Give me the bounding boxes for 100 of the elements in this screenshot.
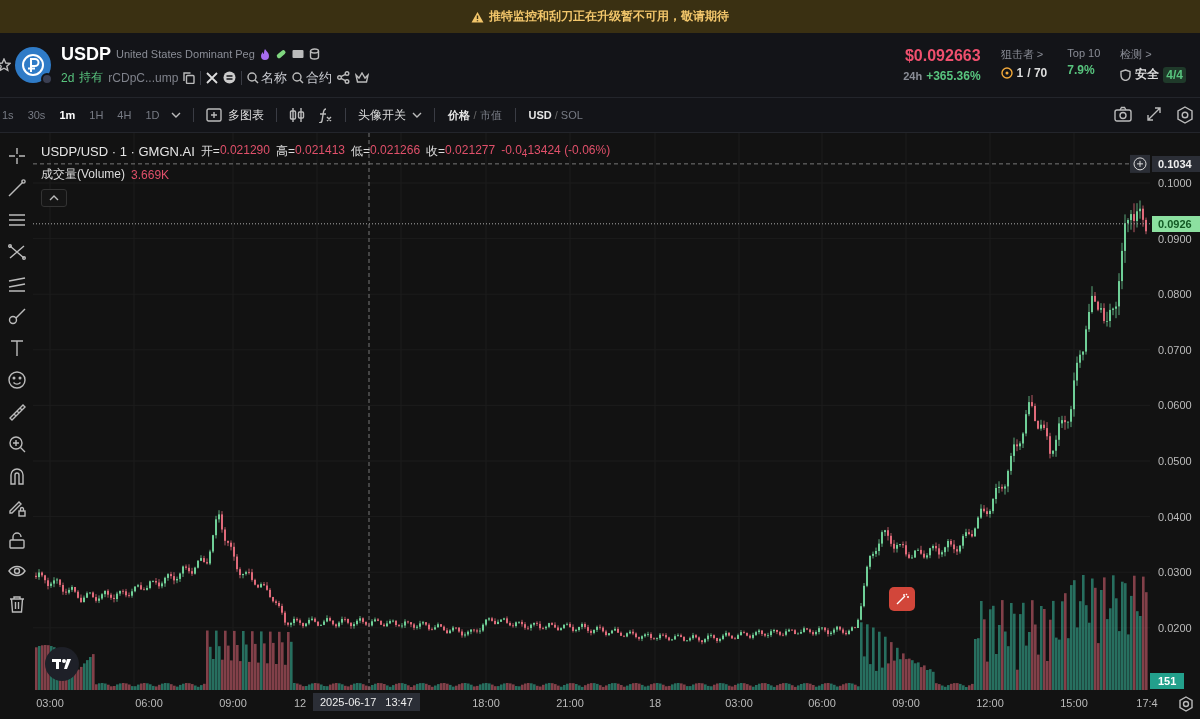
plus-box-icon [206, 108, 223, 122]
ad-icon [291, 48, 304, 60]
banner-message: 推特监控和刮刀正在升级暂不可用，敬请期待 [489, 8, 729, 25]
time-label: 21:00 [556, 697, 584, 709]
pattern-icon[interactable] [7, 243, 26, 261]
ohlc-value: 0.021413 [294, 143, 345, 159]
camera-icon[interactable] [1114, 106, 1132, 122]
volume-label: 成交量(Volume) [41, 166, 126, 183]
audit-status: 安全 [1135, 66, 1160, 83]
snipers-count: 1 [1016, 66, 1024, 80]
chevron-up-icon [49, 195, 59, 201]
token-age: 2d [61, 70, 75, 85]
interval-tab[interactable]: 1H [87, 109, 106, 121]
magnet-icon[interactable] [7, 467, 26, 485]
price-value: $0.092663 [904, 47, 981, 65]
smiley-icon[interactable] [7, 371, 26, 389]
symbol-title: USDP/USD · 1 · GMGN.AI [41, 144, 195, 159]
ohlc-label: 开= [200, 143, 220, 160]
target-icon [1000, 67, 1013, 79]
settings-icon[interactable] [1178, 696, 1194, 712]
magic-wand-button[interactable] [889, 587, 915, 611]
price-label: 0.0400 [1158, 510, 1192, 523]
period-label: 24h [903, 70, 923, 82]
ruler-icon[interactable] [7, 403, 26, 421]
circle-logo-icon[interactable] [223, 71, 237, 84]
trash-icon[interactable] [7, 595, 26, 613]
time-label: 09:00 [892, 697, 920, 709]
multi-chart-button[interactable]: 多图表 [206, 106, 265, 124]
crosshair-date: 2025-06-17 [320, 696, 377, 708]
snipers-total: / 70 [1027, 66, 1048, 80]
search-link[interactable]: 合约 [292, 68, 333, 87]
price-change: +365.36% [926, 69, 981, 83]
horizontal-lines-icon[interactable] [7, 211, 26, 229]
interval-tab[interactable]: 1s [0, 109, 16, 121]
add-circle-icon[interactable] [1130, 154, 1150, 173]
interval-tab[interactable]: 1m [57, 109, 78, 121]
interval-tab[interactable]: 30s [25, 109, 48, 121]
time-label: 17:4 [1136, 697, 1158, 709]
search-icon [292, 71, 305, 84]
ohlc-label: 高= [275, 143, 295, 160]
currency-option[interactable]: SOL [559, 109, 584, 121]
star-icon[interactable] [0, 58, 11, 72]
token-name: United States Dominant Peg [116, 48, 255, 60]
avatar-toggle-dropdown[interactable]: 头像开关 [358, 106, 423, 124]
volume-value: 3.669K [131, 167, 170, 182]
copy-icon[interactable] [183, 71, 196, 84]
shield-icon [1120, 68, 1132, 81]
audit-score: 4/4 [1163, 66, 1186, 83]
share-icon[interactable] [337, 71, 351, 84]
warning-icon [471, 10, 484, 23]
chart-logo-icon[interactable] [45, 647, 79, 681]
lock-pencil-icon[interactable] [7, 499, 26, 517]
candles-icon[interactable] [289, 107, 306, 123]
interval-tab[interactable]: 1D [143, 109, 162, 121]
holders-label: 持有 [79, 69, 104, 86]
time-label: 12 [293, 697, 307, 709]
price-label: 0.0300 [1158, 566, 1192, 579]
token-symbol: USDP [61, 43, 111, 65]
caret-icon [412, 112, 423, 118]
ohlc-value: 0.021290 [219, 143, 270, 159]
trend-line-icon[interactable] [7, 179, 26, 197]
current-price-label: 0.0926 [1152, 215, 1200, 232]
price-mode-option[interactable]: 价格 [447, 107, 472, 123]
crown-icon[interactable] [355, 71, 370, 84]
top-holders-share: 7.9% [1067, 63, 1095, 77]
caret-icon[interactable] [171, 112, 182, 118]
time-label: 18 [648, 697, 662, 709]
ohlc-label: 低= [351, 143, 371, 160]
x-logo-icon[interactable] [206, 71, 219, 84]
audit-label: 检测 > [1120, 47, 1153, 62]
settings-icon[interactable] [1176, 106, 1194, 124]
time-label: 18:00 [472, 697, 500, 709]
interval-tab[interactable]: 4H [115, 109, 134, 121]
crosshair-time: 13:47 [385, 696, 413, 708]
collapse-button[interactable] [41, 189, 67, 207]
price-mode-option[interactable]: 市值 [478, 107, 503, 123]
ohlc-label: 收= [426, 143, 446, 160]
time-label: 09:00 [219, 697, 247, 709]
expand-icon[interactable] [1146, 106, 1162, 122]
separator: / [473, 109, 477, 121]
brush-icon[interactable] [7, 307, 26, 325]
unlock-icon[interactable] [7, 531, 26, 549]
price-label: 0.0600 [1158, 399, 1192, 412]
search-link[interactable]: 名称 [247, 68, 288, 87]
time-label: 06:00 [135, 697, 163, 709]
contract-address: rCDpC...ump [108, 70, 179, 85]
separator: / [554, 109, 558, 121]
zoom-in-icon[interactable] [7, 435, 26, 453]
time-label: 03:00 [725, 697, 753, 709]
time-label: 15:00 [1060, 697, 1088, 709]
function-icon[interactable] [317, 107, 334, 123]
price-label: 0.0200 [1158, 621, 1192, 634]
channel-icon[interactable] [7, 275, 26, 293]
time-label: 03:00 [36, 697, 64, 709]
time-label: 12:00 [976, 697, 1004, 709]
crosshair-icon[interactable] [7, 147, 26, 165]
price-label: 0.0700 [1158, 343, 1192, 356]
currency-option[interactable]: USD [527, 109, 553, 121]
price-change: -0.0$_{4}$13424 (-0.06%) [501, 143, 611, 160]
magic-wand-icon [895, 592, 909, 606]
